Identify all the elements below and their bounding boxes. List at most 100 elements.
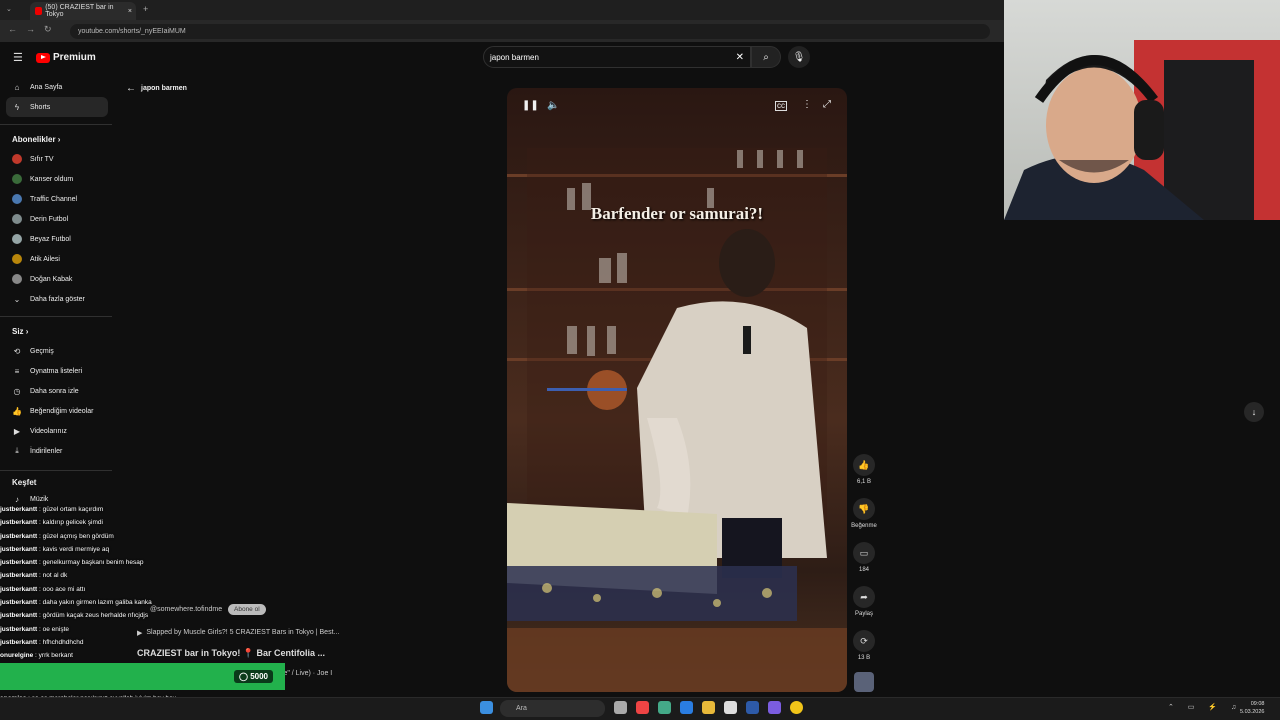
clear-search-icon[interactable]: ✕	[736, 52, 744, 63]
forward-icon[interactable]: →	[26, 24, 35, 34]
sidebar-label: Daha sonra izle	[30, 387, 79, 395]
app-icon-4[interactable]	[746, 701, 759, 714]
chat-username[interactable]: justberkantt	[0, 586, 37, 593]
chat-text: kaldırıp gelicek şimdi	[42, 519, 103, 527]
app-icon-3[interactable]	[724, 701, 737, 714]
chat-message: justberkantt : ooo ace mi attı	[0, 585, 86, 593]
shorts-video-player[interactable]: Barfender or samurai?! ❚❚ 🔈 cc ⋮ ⤢	[507, 88, 847, 692]
chat-username[interactable]: justberkantt	[0, 533, 37, 540]
close-tab-icon[interactable]: ×	[128, 8, 132, 15]
fullscreen-icon[interactable]: ⤢	[823, 99, 831, 110]
taskbar-search[interactable]: Ara	[500, 700, 605, 717]
arrow-down-icon: ↓	[1251, 407, 1257, 417]
back-icon[interactable]: ←	[8, 24, 17, 34]
chat-username[interactable]: justberkantt	[0, 559, 37, 566]
chat-username[interactable]: justberkantt	[0, 612, 37, 619]
chat-message: justberkantt : daha yakın girmen lazım g…	[0, 599, 152, 607]
sound-thumbnail[interactable]	[854, 672, 874, 692]
captions-icon[interactable]: cc	[775, 101, 787, 111]
subscription-item[interactable]: Doğan Kabak	[6, 269, 108, 289]
subscriptions-heading[interactable]: Abonelikler ›	[12, 135, 60, 144]
next-short-button[interactable]: ↓	[1244, 402, 1264, 422]
system-tray-icons[interactable]: ⌃ ▭ ⚡ ♫	[1168, 703, 1242, 711]
youtube-logo[interactable]: Premium	[36, 52, 96, 63]
sidebar-item-home[interactable]: ⌂ Ana Sayfa	[6, 77, 108, 97]
sidebar-item-you[interactable]: ⟲ Geçmiş	[6, 341, 108, 361]
explore-heading: Keşfet	[12, 478, 37, 487]
logo-text: Premium	[53, 52, 96, 63]
chat-username[interactable]: justberkantt	[0, 546, 37, 553]
chat-username[interactable]: justberkantt	[0, 599, 37, 606]
task-view-icon[interactable]	[614, 701, 627, 714]
pause-icon[interactable]: ❚❚	[522, 100, 539, 111]
chat-username[interactable]: justberkantt	[0, 506, 37, 513]
edge-icon[interactable]	[680, 701, 693, 714]
tab-list-icon[interactable]: ⌄	[6, 5, 12, 13]
channel-avatar	[12, 174, 22, 184]
you-heading[interactable]: Siz ›	[12, 327, 28, 336]
search-icon: ⌕	[763, 51, 769, 63]
chat-username[interactable]: onurelgine	[0, 652, 33, 659]
menu-icon[interactable]: ☰	[13, 51, 23, 64]
like-button[interactable]: 👍 6,1 B	[852, 454, 876, 485]
like-count: 6,1 B	[856, 479, 871, 485]
chevron-down-icon: ⌄	[13, 294, 21, 304]
dislike-button[interactable]: 👎 Beğenme	[851, 498, 877, 529]
sidebar-item-you[interactable]: ◷ Daha sonra izle	[6, 381, 108, 401]
channel-points[interactable]: ◯ 5000	[234, 670, 273, 683]
url-field[interactable]: youtube.com/shorts/_nyEEIaiMUM	[70, 24, 990, 39]
chat-username[interactable]: justberkantt	[0, 626, 37, 633]
back-to-search[interactable]: ← japon barmen	[126, 83, 187, 94]
reload-icon[interactable]: ↻	[44, 24, 52, 35]
subscription-item[interactable]: Beyaz Futbol	[6, 229, 108, 249]
search-button[interactable]: ⌕	[751, 46, 781, 68]
chat-message: justberkantt : gördüm kaçak zeus herhald…	[0, 612, 149, 620]
sidebar-item-you[interactable]: ⤓ İndirilenler	[6, 441, 108, 461]
subscription-item[interactable]: Kanser oldum	[6, 169, 108, 189]
comments-button[interactable]: ▭ 184	[852, 542, 876, 573]
sidebar-item-shorts[interactable]: ϟ Shorts	[6, 97, 108, 117]
voice-search-button[interactable]: 🎙	[788, 46, 810, 68]
subscription-label: Derin Futbol	[30, 215, 69, 223]
taskbar-clock[interactable]: 09:08 5.03.2026	[1240, 700, 1264, 716]
sidebar-item-you[interactable]: ▶ Videolarınız	[6, 421, 108, 441]
channel-avatar	[12, 194, 22, 204]
browser-tab[interactable]: (50) CRAZIEST bar in Tokyo ×	[30, 2, 136, 20]
chat-text: kavis verdi mermiye aq	[42, 545, 110, 553]
show-more-button[interactable]: ⌄ Daha fazla göster	[6, 289, 108, 309]
remix-button[interactable]: ⟳ 13 B	[852, 630, 876, 661]
more-options-icon[interactable]: ⋮	[802, 99, 812, 110]
app-icon-5[interactable]	[768, 701, 781, 714]
volume-icon[interactable]: 🔈	[547, 100, 559, 111]
back-arrow-icon: ←	[126, 83, 136, 94]
app-icon-2[interactable]	[658, 701, 671, 714]
app-icon-1[interactable]	[636, 701, 649, 714]
youtube-logo-icon	[36, 52, 50, 63]
chat-username[interactable]: justberkantt	[0, 519, 37, 526]
dislike-label: Beğenme	[851, 523, 877, 529]
home-icon: ⌂	[14, 82, 20, 92]
subscription-item[interactable]: Sıfır TV	[6, 149, 108, 169]
channel-avatar	[12, 154, 22, 164]
start-icon[interactable]	[480, 701, 493, 714]
chat-message: justberkantt : güzel ortam kaçırdım	[0, 506, 104, 513]
shorts-icon: ϟ	[14, 102, 20, 112]
chat-username[interactable]: justberkantt	[0, 639, 37, 646]
your-videos-icon: ▶	[13, 426, 21, 436]
browser-tab-bar	[0, 0, 1004, 20]
video-caption: Barfender or samurai?!	[590, 204, 764, 223]
share-button[interactable]: ➦ Paylaş	[852, 586, 876, 617]
chat-username[interactable]: justberkantt	[0, 572, 37, 579]
sidebar-item-you[interactable]: ≡ Oynatma listeleri	[6, 361, 108, 381]
subscription-item[interactable]: Atik Ailesi	[6, 249, 108, 269]
sidebar-item-you[interactable]: 👍 Beğendiğim videolar	[6, 401, 108, 421]
subscription-label: Doğan Kabak	[30, 275, 73, 283]
subscription-item[interactable]: Derin Futbol	[6, 209, 108, 229]
file-explorer-icon[interactable]	[702, 701, 715, 714]
new-tab-button[interactable]: +	[143, 4, 148, 14]
liked-icon: 👍	[12, 406, 22, 416]
chrome-icon[interactable]	[790, 701, 803, 714]
search-input[interactable]: japon barmen ✕	[483, 46, 751, 68]
channel-avatar	[12, 274, 22, 284]
subscription-item[interactable]: Traffic Channel	[6, 189, 108, 209]
